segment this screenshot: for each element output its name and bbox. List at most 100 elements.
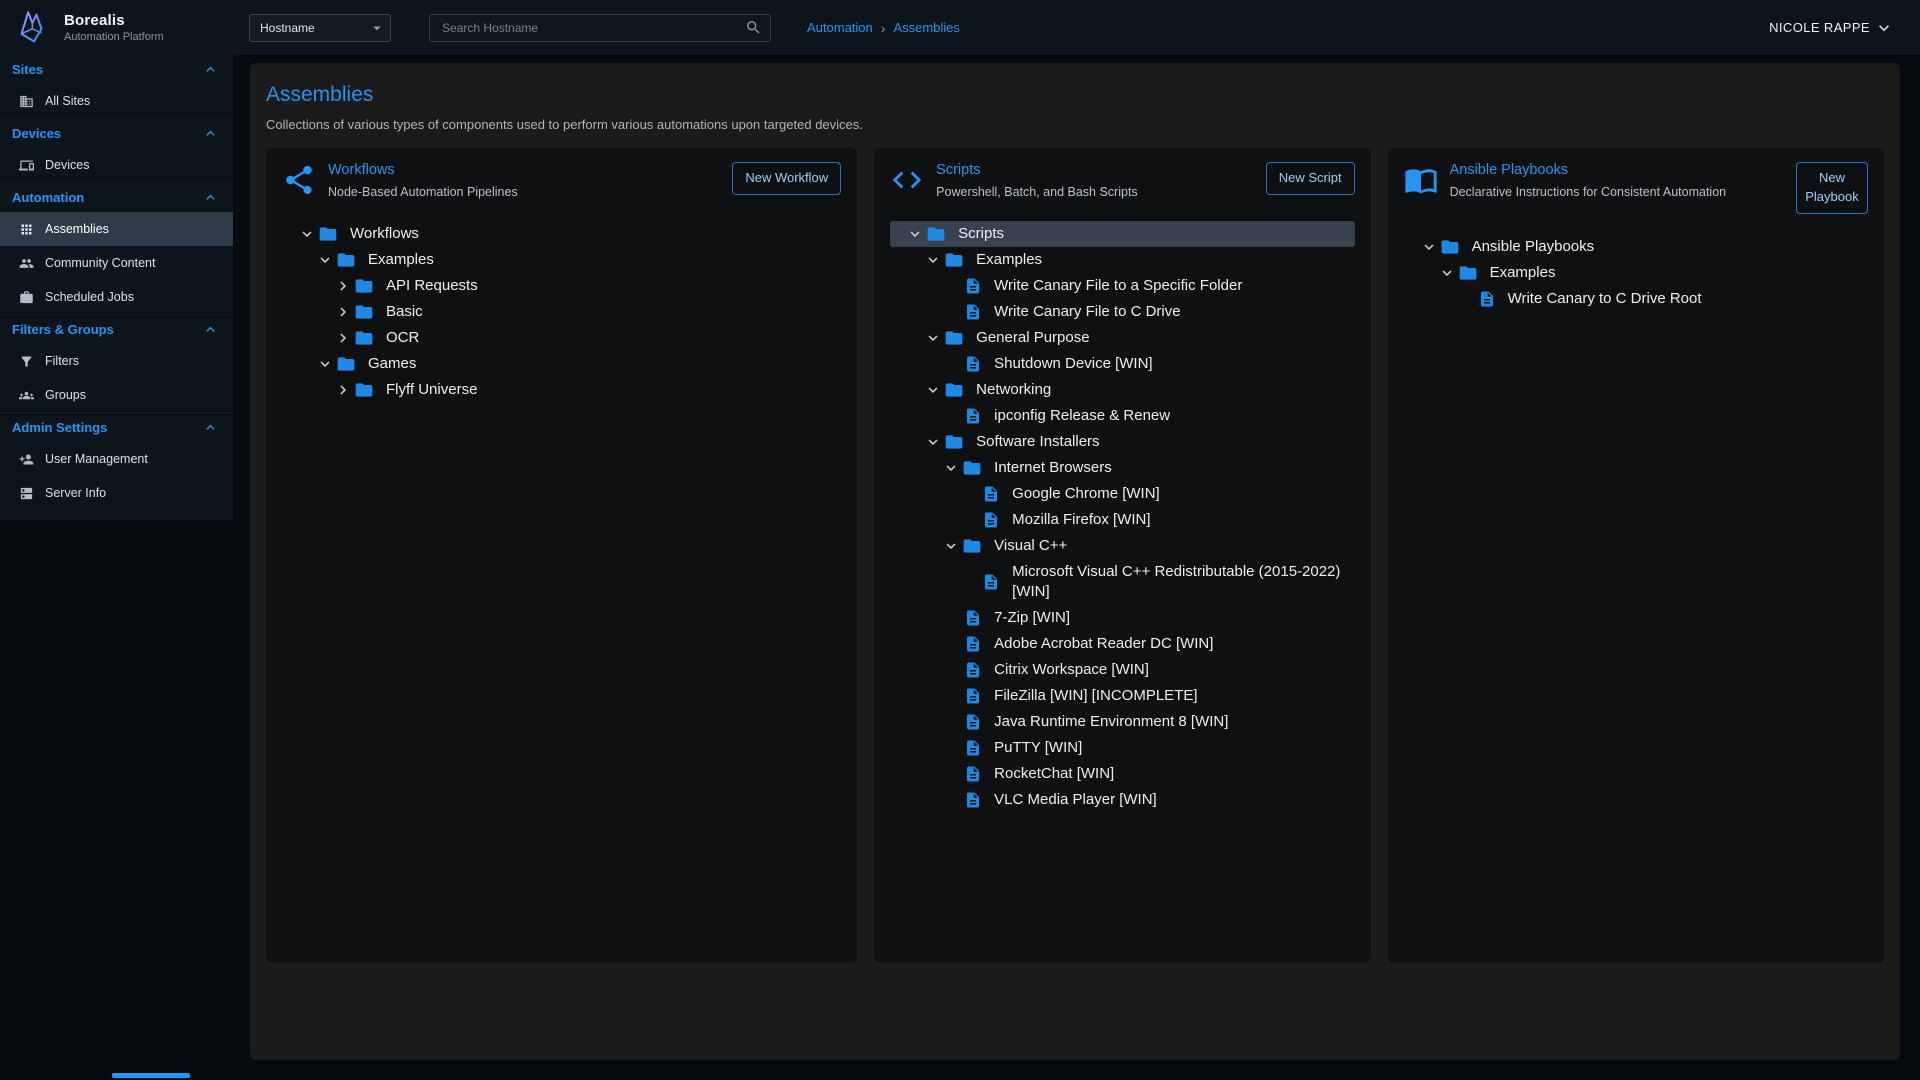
tree-folder-software-installers[interactable]: Software Installers xyxy=(890,429,1354,455)
brand-tagline: Automation Platform xyxy=(64,31,164,43)
tree-item-label: VLC Media Player [WIN] xyxy=(994,787,1157,813)
sidebar-section-header-automation[interactable]: Automation xyxy=(0,183,233,212)
file-icon xyxy=(962,609,986,627)
sidebar-section-label: Sites xyxy=(12,62,43,77)
tree-item-label: Examples xyxy=(368,247,434,273)
tree-folder-ansible-playbooks[interactable]: Ansible Playbooks xyxy=(1404,234,1868,260)
tree-file-google-chrome-win[interactable]: Google Chrome [WIN] xyxy=(890,481,1354,507)
all-sites-icon xyxy=(19,94,35,109)
chevron-up-icon[interactable] xyxy=(202,125,219,142)
user-name: NICOLE RAPPE xyxy=(1769,20,1870,35)
tree-item-label: Citrix Workspace [WIN] xyxy=(994,657,1149,683)
new-script-button[interactable]: New Script xyxy=(1266,162,1355,195)
workflows-card-title: Workflows xyxy=(328,162,518,178)
sidebar-item-scheduled-jobs[interactable]: Scheduled Jobs xyxy=(0,280,233,314)
search-input[interactable] xyxy=(440,20,745,36)
chevron-down-icon xyxy=(904,225,926,243)
tree-file-write-canary-file-to-c-drive[interactable]: Write Canary File to C Drive xyxy=(890,299,1354,325)
chevron-up-icon[interactable] xyxy=(202,321,219,338)
tree-file-filezilla-win-incomplete[interactable]: FileZilla [WIN] [INCOMPLETE] xyxy=(890,683,1354,709)
tree-folder-flyff-universe[interactable]: Flyff Universe xyxy=(282,377,841,403)
breadcrumb-item-assemblies[interactable]: Assemblies xyxy=(893,20,959,35)
assemblies-icon xyxy=(19,222,35,237)
tree-folder-scripts[interactable]: Scripts xyxy=(890,221,1354,247)
chevron-up-icon[interactable] xyxy=(202,61,219,78)
sidebar-item-label: Filters xyxy=(45,354,79,368)
sidebar-item-label: Devices xyxy=(45,158,89,172)
chevron-up-icon[interactable] xyxy=(202,189,219,206)
tree-folder-basic[interactable]: Basic xyxy=(282,299,841,325)
tree-folder-internet-browsers[interactable]: Internet Browsers xyxy=(890,455,1354,481)
sidebar-item-community-content[interactable]: Community Content xyxy=(0,246,233,280)
sidebar-section-filters-groups: Filters & Groups Filters Groups xyxy=(0,314,233,412)
sidebar-item-groups[interactable]: Groups xyxy=(0,378,233,412)
sidebar-section-header-sites[interactable]: Sites xyxy=(0,55,233,84)
tree-file-adobe-acrobat-reader-dc-win[interactable]: Adobe Acrobat Reader DC [WIN] xyxy=(890,631,1354,657)
tree-folder-workflows[interactable]: Workflows xyxy=(282,221,841,247)
file-icon xyxy=(962,661,986,679)
workflows-card-subtitle: Node-Based Automation Pipelines xyxy=(328,183,518,201)
sidebar-item-devices[interactable]: Devices xyxy=(0,148,233,182)
tree-file-write-canary-file-to-a-specific-folder[interactable]: Write Canary File to a Specific Folder xyxy=(890,273,1354,299)
tree-item-label: FileZilla [WIN] [INCOMPLETE] xyxy=(994,683,1197,709)
horizontal-scrollbar-thumb[interactable] xyxy=(112,1073,190,1078)
scripts-card-subtitle: Powershell, Batch, and Bash Scripts xyxy=(936,183,1138,201)
tree-file-putty-win[interactable]: PuTTY [WIN] xyxy=(890,735,1354,761)
main-panel: Assemblies Collections of various types … xyxy=(250,63,1900,1060)
file-icon xyxy=(962,713,986,731)
folder-icon xyxy=(926,224,950,244)
tree-folder-api-requests[interactable]: API Requests xyxy=(282,273,841,299)
sidebar-item-server-info[interactable]: Server Info xyxy=(0,476,233,510)
chevron-down-icon xyxy=(1874,18,1894,38)
tree-folder-general-purpose[interactable]: General Purpose xyxy=(890,325,1354,351)
tree-item-label: Games xyxy=(368,351,416,377)
tree-folder-games[interactable]: Games xyxy=(282,351,841,377)
tree-folder-ocr[interactable]: OCR xyxy=(282,325,841,351)
chevron-down-icon xyxy=(314,355,336,373)
tree-file-java-runtime-environment-8-win[interactable]: Java Runtime Environment 8 [WIN] xyxy=(890,709,1354,735)
tree-item-label: RocketChat [WIN] xyxy=(994,761,1114,787)
tree-file-7-zip-win[interactable]: 7-Zip [WIN] xyxy=(890,605,1354,631)
workflows-card: Workflows Node-Based Automation Pipeline… xyxy=(266,148,857,963)
new-workflow-button[interactable]: New Workflow xyxy=(732,162,841,195)
tree-file-citrix-workspace-win[interactable]: Citrix Workspace [WIN] xyxy=(890,657,1354,683)
tree-file-vlc-media-player-win[interactable]: VLC Media Player [WIN] xyxy=(890,787,1354,813)
sidebar-item-filters[interactable]: Filters xyxy=(0,344,233,378)
tree-file-write-canary-to-c-drive-root[interactable]: Write Canary to C Drive Root xyxy=(1404,286,1868,312)
scripts-card-title: Scripts xyxy=(936,162,1138,178)
tree-file-shutdown-device-win[interactable]: Shutdown Device [WIN] xyxy=(890,351,1354,377)
tree-file-ipconfig-release-renew[interactable]: ipconfig Release & Renew xyxy=(890,403,1354,429)
hostname-select-value: Hostname xyxy=(260,21,315,35)
tree-folder-examples[interactable]: Examples xyxy=(282,247,841,273)
sidebar-item-label: Server Info xyxy=(45,486,106,500)
tree-item-label: Microsoft Visual C++ Redistributable (20… xyxy=(1012,559,1346,605)
sidebar-section-header-filters-groups[interactable]: Filters & Groups xyxy=(0,315,233,344)
user-menu[interactable]: NICOLE RAPPE xyxy=(1769,18,1894,38)
folder-icon xyxy=(336,250,360,270)
sidebar-item-user-management[interactable]: User Management xyxy=(0,442,233,476)
new-playbook-button[interactable]: New Playbook xyxy=(1796,162,1868,214)
tree-item-label: Write Canary File to a Specific Folder xyxy=(994,273,1242,299)
sidebar-item-assemblies[interactable]: Assemblies xyxy=(0,212,233,246)
folder-icon xyxy=(354,302,378,322)
breadcrumb-item-automation[interactable]: Automation xyxy=(807,20,873,35)
tree-folder-examples[interactable]: Examples xyxy=(890,247,1354,273)
chevron-down-icon xyxy=(922,329,944,347)
folder-icon xyxy=(318,224,342,244)
chevron-up-icon[interactable] xyxy=(202,419,219,436)
chevron-down-icon xyxy=(922,433,944,451)
hostname-select[interactable]: Hostname xyxy=(249,14,391,42)
tree-folder-networking[interactable]: Networking xyxy=(890,377,1354,403)
tree-folder-visual-c[interactable]: Visual C++ xyxy=(890,533,1354,559)
tree-file-rocketchat-win[interactable]: RocketChat [WIN] xyxy=(890,761,1354,787)
tree-file-mozilla-firefox-win[interactable]: Mozilla Firefox [WIN] xyxy=(890,507,1354,533)
chevron-down-icon xyxy=(1418,238,1440,256)
tree-folder-examples[interactable]: Examples xyxy=(1404,260,1868,286)
sidebar-section-header-admin-settings[interactable]: Admin Settings xyxy=(0,413,233,442)
chevron-right-icon xyxy=(332,381,354,399)
folder-icon xyxy=(944,432,968,452)
tree-file-microsoft-visual-c-redistributable-2015-2022-win[interactable]: Microsoft Visual C++ Redistributable (20… xyxy=(890,559,1354,605)
sidebar-section-header-devices[interactable]: Devices xyxy=(0,119,233,148)
sidebar-item-all-sites[interactable]: All Sites xyxy=(0,84,233,118)
search-icon xyxy=(745,19,762,36)
